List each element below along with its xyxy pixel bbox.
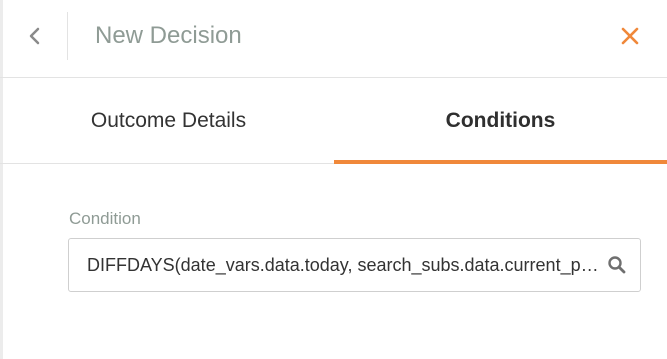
decision-panel: New Decision Outcome Details Conditions … <box>0 0 667 359</box>
condition-input[interactable]: DIFFDAYS(date_vars.data.today, search_su… <box>87 239 601 291</box>
close-button[interactable] <box>614 20 646 52</box>
panel-header: New Decision <box>0 0 667 78</box>
tab-label: Outcome Details <box>90 109 247 132</box>
tab-outcome-details[interactable]: Outcome Details <box>3 78 334 164</box>
chevron-left-icon <box>29 27 40 45</box>
condition-field[interactable]: DIFFDAYS(date_vars.data.today, search_su… <box>68 238 641 292</box>
tab-conditions[interactable]: Conditions <box>334 78 667 164</box>
header-divider <box>67 12 68 60</box>
condition-label: Condition <box>69 209 141 228</box>
back-button[interactable] <box>20 20 48 52</box>
condition-search-button[interactable] <box>606 254 628 276</box>
tab-label: Conditions <box>445 109 556 132</box>
search-icon <box>608 256 626 274</box>
page-title: New Decision <box>95 22 242 49</box>
active-tab-indicator <box>334 160 667 164</box>
close-icon <box>621 27 639 45</box>
tab-bar: Outcome Details Conditions <box>0 78 667 164</box>
